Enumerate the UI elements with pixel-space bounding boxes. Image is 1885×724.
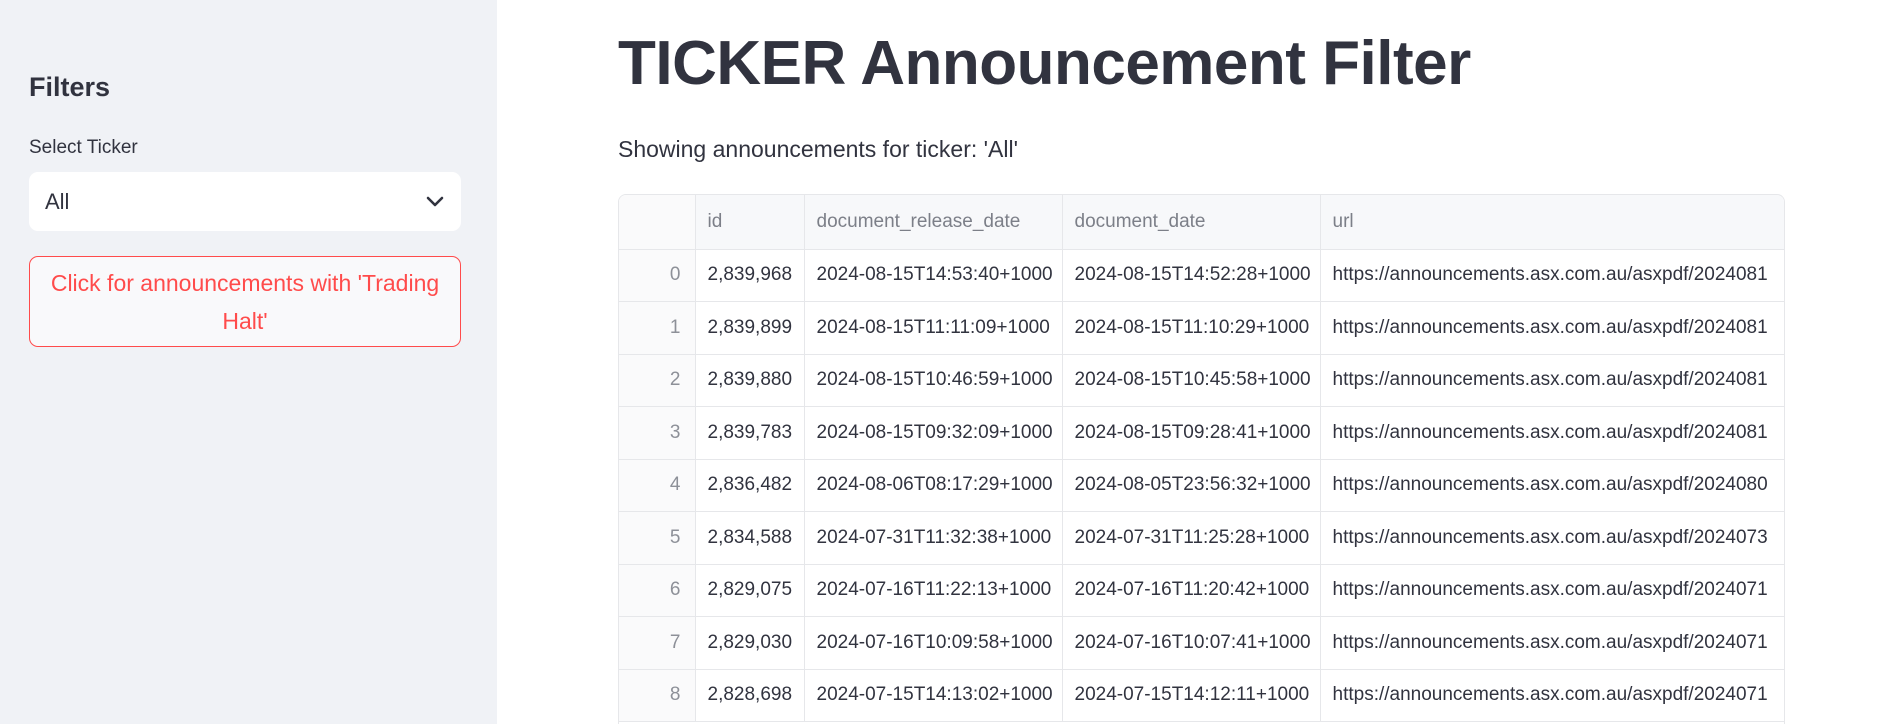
table-row[interactable]: 7 2,829,030 2024-07-16T10:09:58+1000 2024-0…	[619, 616, 1784, 670]
table-row[interactable]: 2 2,839,880 2024-08-15T10:46:59+1000 2024-0…	[619, 354, 1784, 407]
document-release-date-cell[interactable]: 2024-08-15T10:46:59+1000	[804, 354, 1063, 407]
row-index-cell[interactable]: 5	[619, 511, 696, 565]
document-date-cell[interactable]: 2024-07-16T11:20:42+1000	[1062, 564, 1321, 617]
column-header-url[interactable]: url	[1320, 195, 1784, 250]
document-date-cell[interactable]: 2024-08-15T10:45:58+1000	[1062, 354, 1321, 407]
url-cell[interactable]: https://announcements.asx.com.au/asxpdf/…	[1320, 301, 1784, 355]
row-index-cell[interactable]: 2	[619, 354, 696, 407]
app-root: Filters Select Ticker All Click for anno…	[0, 0, 1885, 724]
url-cell[interactable]: https://announcements.asx.com.au/asxpdf/…	[1320, 511, 1784, 565]
select-ticker-label: Select Ticker	[29, 137, 138, 158]
document-release-date-cell[interactable]: 2024-08-15T09:32:09+1000	[804, 406, 1063, 460]
table-row[interactable]: 1 2,839,899 2024-08-15T11:11:09+1000 2024-0…	[619, 301, 1784, 355]
document-date-cell[interactable]: 2024-07-15T14:12:11+1000	[1062, 669, 1321, 722]
table-row[interactable]: 6 2,829,075 2024-07-16T11:22:13+1000 2024-0…	[619, 564, 1784, 617]
document-date-cell[interactable]: 2024-08-15T09:28:41+1000	[1062, 406, 1321, 460]
url-cell[interactable]: https://announcements.asx.com.au/asxpdf/…	[1320, 669, 1784, 722]
row-index-cell[interactable]: 6	[619, 564, 696, 617]
row-index-cell[interactable]: 1	[619, 301, 696, 355]
id-cell[interactable]: 2,829,075	[695, 564, 805, 617]
document-release-date-cell[interactable]: 2024-07-16T11:22:13+1000	[804, 564, 1063, 617]
document-date-cell[interactable]: 2024-07-16T10:07:41+1000	[1062, 616, 1321, 670]
table-row[interactable]: 5 2,834,588 2024-07-31T11:32:38+1000 2024-0…	[619, 511, 1784, 565]
id-cell[interactable]: 2,839,968	[695, 249, 805, 302]
id-cell[interactable]: 2,836,482	[695, 459, 805, 512]
ticker-select-value: All	[45, 188, 70, 214]
table-row[interactable]: 3 2,839,783 2024-08-15T09:32:09+1000 2024-0…	[619, 406, 1784, 460]
row-index-cell[interactable]: 0	[619, 249, 696, 302]
document-release-date-cell[interactable]: 2024-08-06T08:17:29+1000	[804, 459, 1063, 512]
id-cell[interactable]: 2,828,698	[695, 669, 805, 722]
page-title: TICKER Announcement Filter	[618, 29, 1471, 98]
document-release-date-cell[interactable]: 2024-08-15T14:53:40+1000	[804, 249, 1063, 302]
column-header-id[interactable]: id	[695, 195, 805, 250]
id-cell[interactable]: 2,839,880	[695, 354, 805, 407]
document-release-date-cell[interactable]: 2024-08-15T11:11:09+1000	[804, 301, 1063, 355]
url-cell[interactable]: https://announcements.asx.com.au/asxpdf/…	[1320, 564, 1784, 617]
ticker-select[interactable]: All	[29, 172, 461, 231]
chevron-down-icon	[425, 192, 445, 212]
document-release-date-cell[interactable]: 2024-07-31T11:32:38+1000	[804, 511, 1063, 565]
table-row[interactable]: 4 2,836,482 2024-08-06T08:17:29+1000 2024-0…	[619, 459, 1784, 512]
column-header-index[interactable]	[619, 195, 696, 250]
row-index-cell[interactable]: 7	[619, 616, 696, 670]
id-cell[interactable]: 2,829,030	[695, 616, 805, 670]
document-date-cell[interactable]: 2024-08-15T11:10:29+1000	[1062, 301, 1321, 355]
table-row[interactable]: 8 2,828,698 2024-07-15T14:13:02+1000 2024-0…	[619, 669, 1784, 722]
document-release-date-cell[interactable]: 2024-07-15T14:13:02+1000	[804, 669, 1063, 722]
column-header-document-release-date[interactable]: document_release_date	[804, 195, 1063, 250]
document-date-cell[interactable]: 2024-08-05T23:56:32+1000	[1062, 459, 1321, 512]
id-cell[interactable]: 2,839,899	[695, 301, 805, 355]
id-cell[interactable]: 2,834,588	[695, 511, 805, 565]
url-cell[interactable]: https://announcements.asx.com.au/asxpdf/…	[1320, 354, 1784, 407]
document-date-cell[interactable]: 2024-08-15T14:52:28+1000	[1062, 249, 1321, 302]
document-date-cell[interactable]: 2024-07-31T11:25:28+1000	[1062, 511, 1321, 565]
url-cell[interactable]: https://announcements.asx.com.au/asxpdf/…	[1320, 616, 1784, 670]
table-header-row: id document_release_date document_date u…	[619, 195, 1784, 250]
results-caption: Showing announcements for ticker: 'All'	[618, 136, 1018, 162]
sidebar-title: Filters	[29, 72, 111, 102]
id-cell[interactable]: 2,839,783	[695, 406, 805, 460]
row-index-cell[interactable]: 4	[619, 459, 696, 512]
sidebar: Filters Select Ticker All Click for anno…	[0, 0, 497, 724]
column-header-document-date[interactable]: document_date	[1062, 195, 1321, 250]
url-cell[interactable]: https://announcements.asx.com.au/asxpdf/…	[1320, 249, 1784, 302]
url-cell[interactable]: https://announcements.asx.com.au/asxpdf/…	[1320, 459, 1784, 512]
announcements-table[interactable]: id document_release_date document_date u…	[618, 194, 1785, 724]
table-row[interactable]: 0 2,839,968 2024-08-15T14:53:40+1000 2024-0…	[619, 249, 1784, 302]
main-content: TICKER Announcement Filter Showing annou…	[497, 0, 1885, 724]
url-cell[interactable]: https://announcements.asx.com.au/asxpdf/…	[1320, 406, 1784, 460]
row-index-cell[interactable]: 3	[619, 406, 696, 460]
document-release-date-cell[interactable]: 2024-07-16T10:09:58+1000	[804, 616, 1063, 670]
trading-halt-button[interactable]: Click for announcements with 'Trading Ha…	[29, 256, 461, 347]
row-index-cell[interactable]: 8	[619, 669, 696, 722]
